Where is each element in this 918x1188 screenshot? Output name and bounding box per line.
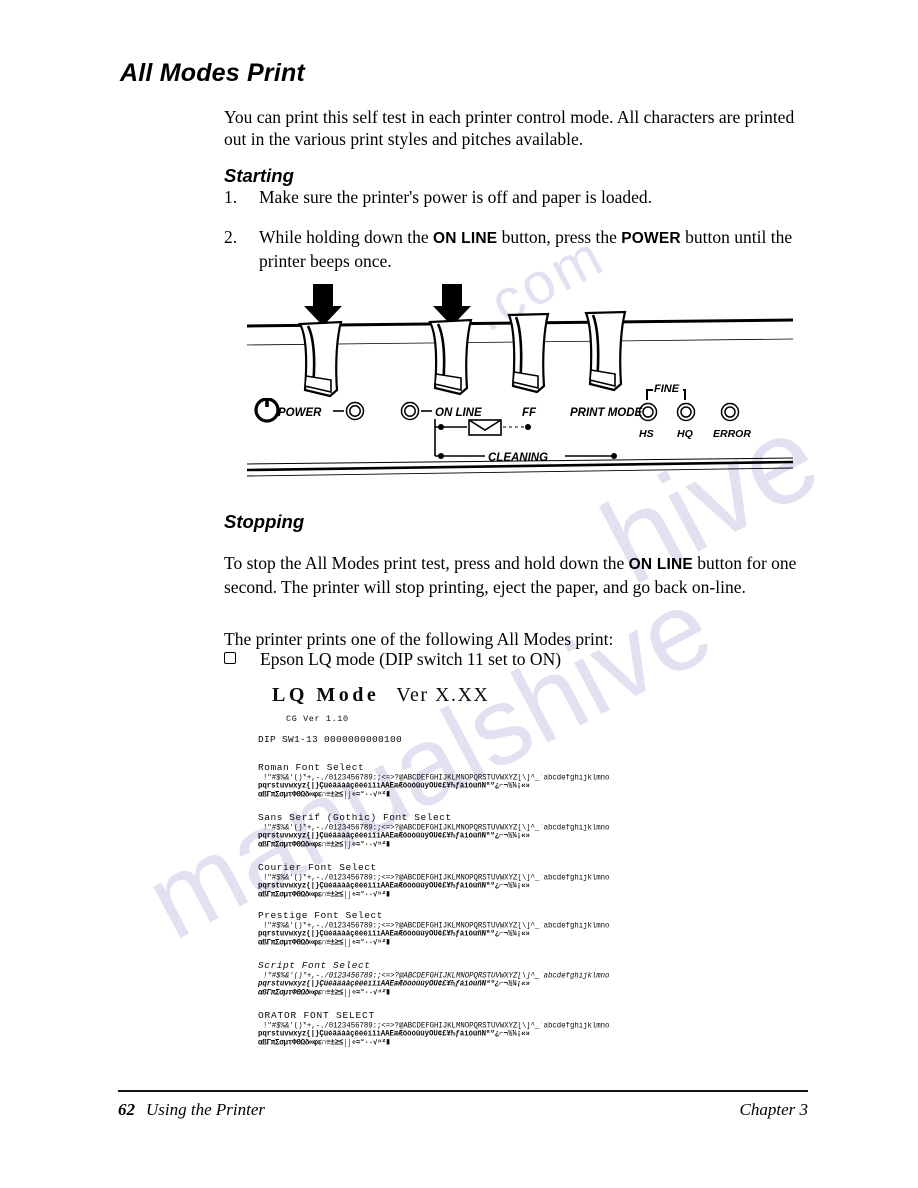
printout-version: Ver X.XX — [396, 684, 490, 706]
ff-label: FF — [522, 407, 537, 419]
font-sample-line-3: αßΓπΣσµτΦΘΩδ∞φε∩≡±≥≤⌠⌡÷≈°∙·√ⁿ²∎ — [258, 840, 390, 850]
printout-dip-switches: DIP SW1-13 0000000000100 — [258, 734, 403, 745]
intro-paragraph: You can print this self test in each pri… — [224, 106, 795, 149]
prints-one-paragraph: The printer prints one of the following … — [224, 628, 614, 649]
step-text-before: While holding down the — [259, 227, 434, 247]
cleaning-label: CLEANING — [488, 452, 548, 464]
hs-label: HS — [639, 428, 654, 440]
font-sample-block: Sans Serif (Gothic) Font Select !"#$%&'(… — [258, 812, 750, 850]
document-page: All Modes Print You can print this self … — [0, 0, 918, 1188]
footer-section-title: Using the Printer — [146, 1100, 265, 1119]
font-sample-label: Prestige Font Select — [258, 910, 384, 921]
font-sample-line-3: αßΓπΣσµτΦΘΩδ∞φε∩≡±≥≤⌠⌡÷≈°∙·√ⁿ²∎ — [258, 1038, 390, 1048]
step-number: 2. — [224, 227, 238, 247]
step-text: Make sure the printer's power is off and… — [259, 186, 809, 208]
font-sample-label: ORATOR FONT SELECT — [258, 1010, 376, 1021]
power-symbol-icon — [254, 394, 280, 423]
bullet-item-label: Epson LQ mode (DIP switch 11 set to ON) — [260, 649, 562, 669]
step-text: While holding down the ON LINE button, p… — [259, 226, 809, 272]
font-sample-label: Courier Font Select — [258, 862, 377, 873]
font-sample-line-3: αßΓπΣσµτΦΘΩδ∞φε∩≡±≥≤⌠⌡÷≈°∙·√ⁿ²∎ — [258, 790, 390, 800]
list-item: 2. While holding down the ON LINE button… — [224, 226, 809, 272]
printout-mode-title: LQ Mode Ver X.XX — [272, 684, 489, 707]
power-label: POWER — [278, 407, 322, 419]
printout-mode-name: LQ Mode — [272, 684, 380, 706]
sample-printout: LQ Mode Ver X.XX CG Ver 1.10 DIP SW1-13 … — [258, 684, 758, 1064]
font-sample-block: Roman Font Select !"#$%&'()*+,-./0123456… — [258, 762, 750, 800]
power-button-reference: POWER — [621, 230, 681, 247]
printer-control-panel-figure: POWER ON LINE FF PRINT MODE FINE HS HQ E… — [245, 282, 795, 477]
power-key — [298, 320, 343, 398]
stopping-paragraph: To stop the All Modes print test, press … — [224, 552, 808, 598]
fine-label: FINE — [654, 383, 680, 395]
checkbox-bullet-icon — [224, 652, 236, 664]
footer-divider — [118, 1090, 808, 1092]
error-led-icon — [720, 402, 740, 422]
list-item: Epson LQ mode (DIP switch 11 set to ON) — [224, 648, 561, 670]
font-sample-block: ORATOR FONT SELECT !"#$%&'()*+,-./012345… — [258, 1010, 750, 1048]
font-sample-label: Roman Font Select — [258, 762, 365, 773]
font-sample-block: Script Font Select !"#$%&'()*+,-./012345… — [258, 960, 750, 998]
font-sample-line-3: αßΓπΣσµτΦΘΩδ∞φε∩≡±≥≤⌠⌡÷≈°∙·√ⁿ²∎ — [258, 988, 390, 998]
page-number: 62 — [118, 1100, 135, 1119]
online-button-reference: ON LINE — [433, 230, 498, 247]
step-number: 1. — [224, 187, 238, 207]
font-sample-label: Script Font Select — [258, 960, 371, 971]
font-sample-block: Courier Font Select !"#$%&'()*+,-./01234… — [258, 862, 750, 900]
stopping-text-before: To stop the All Modes print test, press … — [224, 552, 629, 573]
envelope-icon — [468, 419, 502, 436]
section-heading-stopping: Stopping — [224, 511, 305, 533]
footer-chapter: Chapter 3 — [739, 1100, 808, 1119]
printout-cg-version: CG Ver 1.10 — [286, 714, 349, 724]
ff-key — [507, 312, 550, 394]
hq-label: HQ — [677, 428, 693, 440]
font-sample-line-3: αßΓπΣσµτΦΘΩδ∞φε∩≡±≥≤⌠⌡÷≈°∙·√ⁿ²∎ — [258, 938, 390, 948]
font-sample-block: Prestige Font Select !"#$%&'()*+,-./0123… — [258, 910, 750, 948]
print-mode-key — [584, 310, 627, 392]
font-sample-line-3: αßΓπΣσµτΦΘΩδ∞φε∩≡±≥≤⌠⌡÷≈°∙·√ⁿ²∎ — [258, 890, 390, 900]
power-button-arrow-icon — [304, 284, 342, 326]
online-key — [428, 318, 473, 396]
error-label: ERROR — [713, 428, 751, 440]
footer-left: 62 Using the Printer — [118, 1100, 265, 1120]
font-sample-label: Sans Serif (Gothic) Font Select — [258, 812, 452, 823]
hq-led-icon — [676, 402, 696, 422]
online-led-icon — [400, 401, 420, 421]
print-mode-label: PRINT MODE — [570, 407, 643, 419]
step-text-mid: button, press the — [497, 227, 622, 247]
section-heading-starting: Starting — [224, 165, 294, 187]
page-title: All Modes Print — [120, 58, 305, 87]
power-led-icon — [345, 401, 365, 421]
step-text-before: Make sure the printer's power is off and… — [259, 187, 653, 207]
list-item: 1. Make sure the printer's power is off … — [224, 186, 809, 208]
online-label: ON LINE — [435, 407, 482, 419]
online-button-reference: ON LINE — [628, 555, 693, 573]
